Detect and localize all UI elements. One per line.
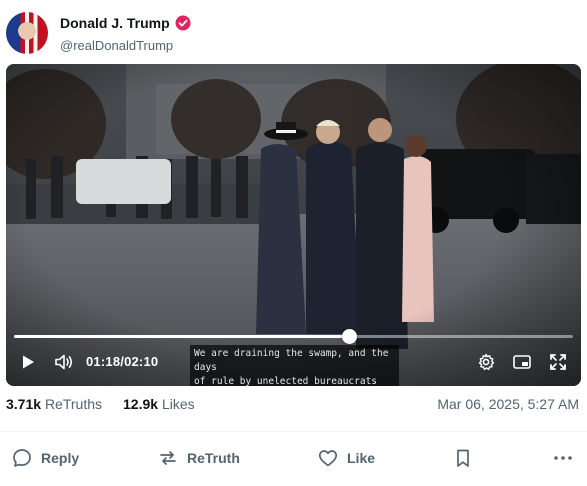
picture-in-picture-button[interactable] xyxy=(511,351,533,373)
video-subtitle: We are draining the swamp, and the days … xyxy=(190,345,399,386)
volume-button[interactable] xyxy=(53,351,75,373)
retruths-count: 3.71k xyxy=(6,396,42,412)
divider xyxy=(0,431,587,432)
retruth-label: ReTruth xyxy=(187,450,240,466)
volume-icon xyxy=(55,354,73,370)
verified-badge-icon xyxy=(175,15,191,31)
like-label: Like xyxy=(347,450,376,466)
video-progress-bar[interactable] xyxy=(14,329,573,344)
post-actions: Reply ReTruth Like xyxy=(0,444,587,472)
video-progress-fill xyxy=(14,335,350,338)
fullscreen-button[interactable] xyxy=(547,351,569,373)
video-player[interactable]: 01:18/02:10 We are draining the swamp, a… xyxy=(6,64,581,386)
likes-label: Likes xyxy=(161,396,195,412)
author-handle[interactable]: @realDonaldTrump xyxy=(60,38,173,53)
picture-in-picture-icon xyxy=(513,355,531,369)
likes-count: 12.9k xyxy=(123,396,159,412)
reply-button[interactable]: Reply xyxy=(11,444,79,472)
heart-icon xyxy=(318,450,338,467)
bookmark-icon xyxy=(457,449,469,467)
play-button[interactable] xyxy=(17,351,39,373)
video-duration: 02:10 xyxy=(124,354,159,369)
video-current-time: 01:18 xyxy=(86,354,121,369)
video-time-display: 01:18/02:10 xyxy=(86,354,158,369)
retruths-label: ReTruths xyxy=(44,396,102,412)
video-subtitle-line-2: of rule by unelected bureaucrats are ove… xyxy=(194,376,378,386)
retruth-button[interactable]: ReTruth xyxy=(157,444,240,472)
post-header: Donald J. Trump @realDonaldTrump xyxy=(6,12,581,56)
gear-icon xyxy=(478,353,495,371)
settings-button[interactable] xyxy=(475,351,497,373)
repost-arrows-icon xyxy=(160,451,176,465)
post-stats: 3.71k ReTruths 12.9k Likes Mar 06, 2025,… xyxy=(6,396,581,416)
reply-label: Reply xyxy=(41,450,80,466)
more-button[interactable] xyxy=(552,444,574,472)
like-button[interactable]: Like xyxy=(317,444,375,472)
post-timestamp[interactable]: Mar 06, 2025, 5:27 AM xyxy=(437,396,579,412)
likes-stat[interactable]: 12.9k Likes xyxy=(123,396,195,412)
retruths-stat[interactable]: 3.71k ReTruths xyxy=(6,396,102,412)
more-dots-icon xyxy=(554,456,572,460)
author-display-name[interactable]: Donald J. Trump xyxy=(60,15,170,31)
avatar[interactable] xyxy=(6,12,48,54)
speech-bubble-icon xyxy=(13,449,31,467)
video-subtitle-line-1: We are draining the swamp, and the days xyxy=(194,348,389,373)
bookmark-button[interactable] xyxy=(452,444,474,472)
author-name-row: Donald J. Trump xyxy=(60,15,191,31)
fullscreen-icon xyxy=(550,354,566,370)
play-icon xyxy=(23,355,34,369)
